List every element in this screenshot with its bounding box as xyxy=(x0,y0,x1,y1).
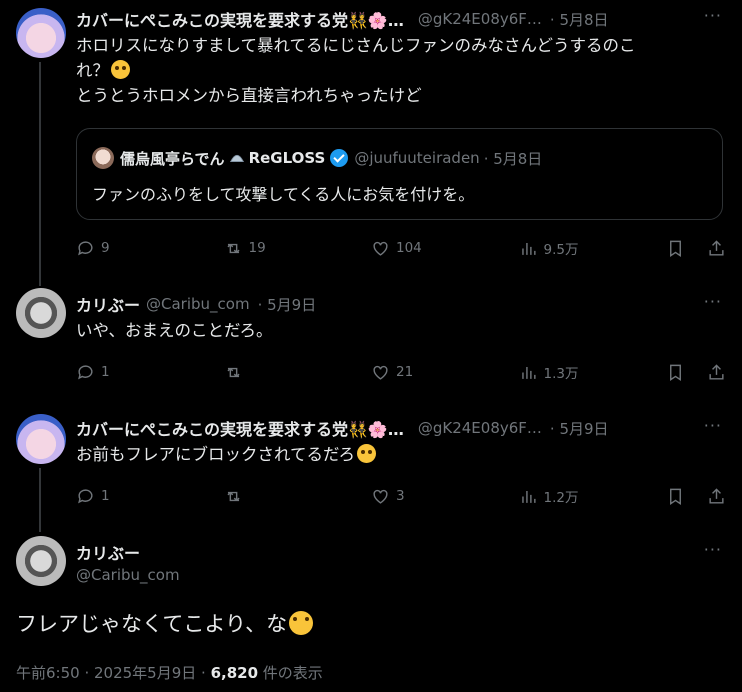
reply-icon xyxy=(78,488,93,503)
views-button[interactable]: 1.3万 xyxy=(519,362,579,382)
bookmark-icon[interactable] xyxy=(666,363,685,382)
tweet-text: いや、おまえのことだろ。 xyxy=(76,321,273,340)
shell-icon xyxy=(229,154,244,163)
like-button[interactable]: 3 xyxy=(371,487,431,506)
tweet-header: カリぶー @Caribu_com · 5月9日 xyxy=(76,292,316,316)
author-name[interactable]: カバーにぺこみこの実現を要求する党👯🌸… xyxy=(76,7,404,31)
action-bar: 9 19 104 9.5万 xyxy=(76,237,726,259)
quote-text: ファンのふりをして攻撃してくる人にお気を付けを。 xyxy=(92,185,475,204)
pleading-face-icon xyxy=(357,444,377,463)
avatar[interactable] xyxy=(16,288,66,338)
quote-author-name: 儒烏風亭らでん xyxy=(120,149,225,168)
author-name[interactable]: カリぶー xyxy=(76,540,140,564)
reply-button[interactable]: 1 xyxy=(76,363,136,382)
author-handle[interactable]: @gK24E08y6F… xyxy=(418,419,542,437)
tweet-text: フレアじゃなくてこより、な xyxy=(16,608,314,638)
more-icon[interactable]: ··· xyxy=(704,416,722,435)
reply-button[interactable]: 1 xyxy=(76,487,136,506)
reply-icon xyxy=(78,364,93,379)
repost-icon xyxy=(226,491,240,501)
heart-icon xyxy=(373,489,388,504)
like-button[interactable]: 104 xyxy=(371,239,431,258)
tweet-text: ホロリスになりすまして暴れてるにじさんじファンのみなさんどうするのこ れ？ とう… xyxy=(76,36,636,105)
verified-badge-icon xyxy=(330,149,349,167)
author-name[interactable]: カバーにぺこみこの実現を要求する党👯🌸… xyxy=(76,416,404,440)
quote-date: · 5月8日 xyxy=(483,149,543,168)
share-icon[interactable] xyxy=(707,363,726,382)
share-icon[interactable] xyxy=(707,239,726,258)
avatar[interactable] xyxy=(16,414,66,464)
action-bar: 1 3 1.2万 xyxy=(76,485,726,507)
reply-icon xyxy=(78,240,93,255)
more-icon[interactable]: ··· xyxy=(704,292,722,311)
quote-avatar xyxy=(92,147,114,169)
views-button[interactable]: 1.2万 xyxy=(519,486,579,506)
tweet-date[interactable]: · 5月9日 xyxy=(550,418,609,439)
quote-handle: @juufuuteiraden xyxy=(354,149,480,167)
repost-button[interactable]: 19 xyxy=(224,239,284,258)
share-icon[interactable] xyxy=(707,487,726,506)
thread-line xyxy=(39,468,41,532)
view-count: 6,820 xyxy=(210,664,259,682)
repost-button[interactable] xyxy=(224,487,284,506)
quote-org: ReGLOSS xyxy=(248,149,326,167)
sweat-smile-icon xyxy=(289,611,314,635)
avatar[interactable] xyxy=(16,8,66,58)
views-button[interactable]: 9.5万 xyxy=(519,238,579,258)
tweet-footer: 午前6:50 · 2025年5月9日 · 6,820 件の表示 xyxy=(16,662,323,683)
views-icon xyxy=(521,242,536,255)
tweet-date[interactable]: · 5月9日 xyxy=(258,294,317,315)
more-icon[interactable]: ··· xyxy=(704,6,722,25)
bookmark-icon[interactable] xyxy=(666,239,685,258)
author-handle[interactable]: @Caribu_com xyxy=(76,566,180,584)
views-icon xyxy=(521,490,536,503)
avatar[interactable] xyxy=(16,536,66,586)
author-name[interactable]: カリぶー xyxy=(76,292,140,316)
reply-button[interactable]: 9 xyxy=(76,239,136,258)
more-icon[interactable]: ··· xyxy=(704,540,722,559)
like-button[interactable]: 21 xyxy=(371,363,431,382)
repost-button[interactable] xyxy=(224,363,284,382)
quoted-tweet[interactable]: 儒烏風亭らでん ReGLOSS @juufuuteiraden · 5月8日 フ… xyxy=(76,128,723,220)
views-label: 件の表示 xyxy=(258,664,323,682)
author-handle[interactable]: @gK24E08y6F… xyxy=(418,10,542,28)
tweet-header: カバーにぺこみこの実現を要求する党👯🌸… @gK24E08y6F… · 5月9日 xyxy=(76,416,609,440)
tweet-text: お前もフレアにブロックされてるだろ xyxy=(76,442,377,467)
author-handle[interactable]: @Caribu_com xyxy=(146,295,250,313)
thread-line xyxy=(39,282,41,286)
action-bar: 1 21 1.3万 xyxy=(76,361,726,383)
repost-icon xyxy=(226,243,240,253)
timestamp[interactable]: 午前6:50 · 2025年5月9日 · xyxy=(16,664,211,682)
heart-icon xyxy=(373,241,388,256)
thread-line xyxy=(39,62,41,282)
views-icon xyxy=(521,366,536,379)
pleading-face-icon xyxy=(111,60,130,79)
bookmark-icon[interactable] xyxy=(666,487,685,506)
heart-icon xyxy=(373,365,388,380)
repost-icon xyxy=(226,367,240,377)
tweet-date[interactable]: · 5月8日 xyxy=(550,9,609,30)
quote-header: 儒烏風亭らでん ReGLOSS @juufuuteiraden · 5月8日 xyxy=(92,147,542,169)
tweet-header: カバーにぺこみこの実現を要求する党👯🌸… @gK24E08y6F… · 5月8日 xyxy=(76,7,609,31)
